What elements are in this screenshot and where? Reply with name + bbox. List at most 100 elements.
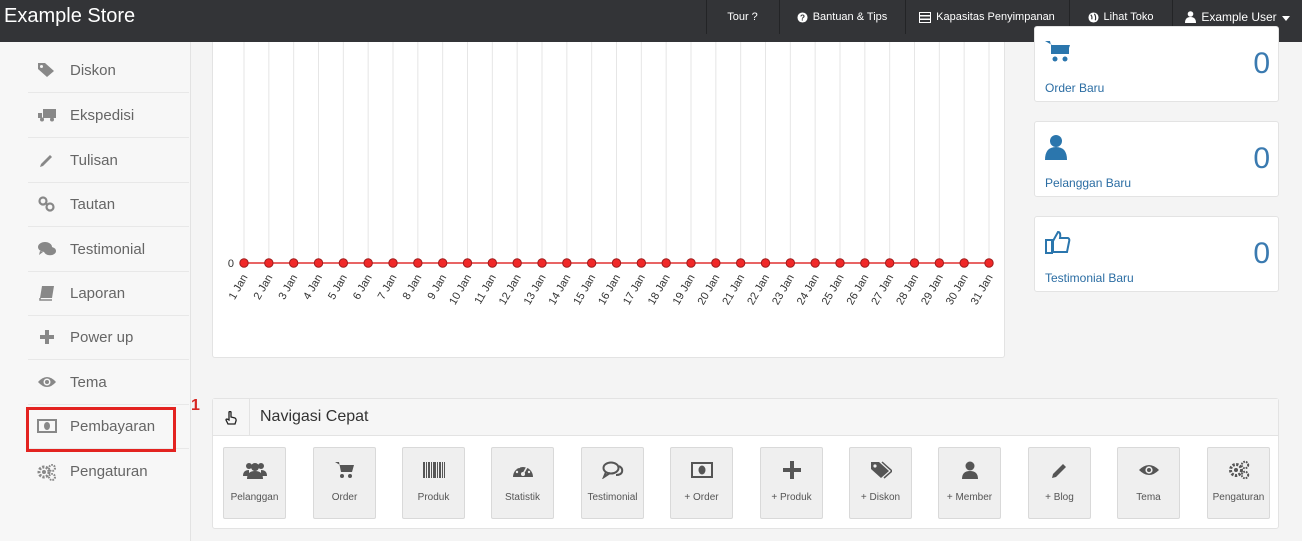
quick-nav-label: Produk <box>417 492 450 503</box>
x-tick-label: 11 Jan <box>472 273 499 307</box>
x-tick-label: 13 Jan <box>522 273 549 308</box>
nav-user-label: Example User <box>1201 10 1277 24</box>
cogs-icon <box>24 463 70 481</box>
sidebar-item-tautan[interactable]: Tautan <box>28 182 189 227</box>
quick-nav-testimonial[interactable]: Testimonial <box>581 447 644 519</box>
sidebar-item-tema[interactable]: Tema <box>28 360 189 405</box>
quick-nav-order[interactable]: Order <box>313 447 376 519</box>
quick-nav-label: Order <box>331 492 358 503</box>
nav-tour-label: Tour ? <box>727 11 758 23</box>
data-point[interactable] <box>437 258 448 268</box>
sidebar-item-tulisan[interactable]: Tulisan <box>28 138 189 183</box>
question-icon: ? <box>797 11 808 23</box>
data-point[interactable] <box>562 258 572 268</box>
data-point[interactable] <box>363 258 373 268</box>
sales-chart: 0 1 Jan 2 Jan 3 Jan 4 Jan 5 Jan 6 Jan 7 Jan 8 Ja… <box>227 42 996 308</box>
quick-nav-title: Navigasi Cepat <box>260 408 369 425</box>
cogs-icon <box>1228 448 1250 492</box>
x-tick-label: 16 Jan <box>596 273 623 308</box>
cart-icon <box>334 448 355 492</box>
brand-title[interactable]: Example Store <box>4 5 135 28</box>
sidebar-item-label: Tema <box>70 373 107 391</box>
link-icon <box>24 196 70 212</box>
x-tick-label: 20 Jan <box>696 273 723 308</box>
data-point[interactable] <box>462 258 473 268</box>
data-point[interactable] <box>264 258 274 268</box>
quick-nav-statistik[interactable]: Statistik <box>491 447 554 519</box>
stat-card-testimonial[interactable]: Testimonial Baru 0 <box>1034 216 1279 292</box>
comments-icon <box>601 448 624 492</box>
sidebar-item-power-up[interactable]: Power up <box>28 315 189 360</box>
data-point[interactable] <box>686 258 696 268</box>
data-point[interactable] <box>338 258 349 268</box>
stat-card-order[interactable]: Order Baru 0 <box>1034 26 1279 102</box>
thumbs-up-icon <box>1045 229 1071 260</box>
nav-tour[interactable]: Tour ? <box>706 0 778 34</box>
sidebar-item-laporan[interactable]: Laporan <box>28 271 189 316</box>
stat-label: Testimonial Baru <box>1045 271 1134 285</box>
quick-nav-produk[interactable]: Produk <box>402 447 465 519</box>
stat-label: Pelanggan Baru <box>1045 176 1132 190</box>
data-point[interactable] <box>586 258 597 268</box>
quick-nav-add-member[interactable]: + Member <box>938 447 1001 519</box>
data-point[interactable] <box>785 258 796 268</box>
quick-nav-label: Pelanggan <box>230 492 279 503</box>
quick-nav-label: + Blog <box>1045 492 1074 503</box>
quick-nav-label: Pengaturan <box>1212 492 1265 503</box>
highlight-box <box>26 407 176 452</box>
quick-nav-tema[interactable]: Tema <box>1117 447 1180 519</box>
quick-nav-add-order[interactable]: + Order <box>670 447 733 519</box>
y-tick-label: 0 <box>228 258 234 270</box>
data-point[interactable] <box>611 258 622 268</box>
quick-nav-pengaturan[interactable]: Pengaturan <box>1207 447 1270 519</box>
data-point[interactable] <box>288 258 299 268</box>
sidebar-item-ekspedisi[interactable]: Ekspedisi <box>28 93 189 138</box>
sidebar-item-testimonial[interactable]: Testimonial <box>28 227 189 272</box>
data-point[interactable] <box>735 258 746 268</box>
x-tick-label: 29 Jan <box>919 273 946 308</box>
data-point[interactable] <box>636 258 647 268</box>
dashboard-icon <box>512 448 534 492</box>
data-point[interactable] <box>884 258 895 268</box>
data-point[interactable] <box>239 258 249 268</box>
user-icon <box>961 448 978 492</box>
quick-nav-add-blog[interactable]: + Blog <box>1028 447 1091 519</box>
x-tick-label: 28 Jan <box>894 273 921 308</box>
x-tick-label: 6 Jan <box>351 273 375 302</box>
quick-nav-add-produk[interactable]: + Produk <box>760 447 823 519</box>
data-point[interactable] <box>313 258 324 268</box>
sidebar-item-pengaturan[interactable]: Pengaturan <box>28 449 189 494</box>
data-point[interactable] <box>711 258 721 268</box>
data-point[interactable] <box>760 258 771 268</box>
data-point[interactable] <box>934 258 945 268</box>
svg-text:?: ? <box>800 13 805 22</box>
sidebar-item-label: Tautan <box>70 195 116 213</box>
users-icon <box>242 448 267 492</box>
truck-icon <box>24 108 70 122</box>
sidebar-item-diskon[interactable]: Diskon <box>28 48 189 93</box>
x-tick-label: 12 Jan <box>497 273 524 308</box>
data-point[interactable] <box>984 258 994 268</box>
data-point[interactable] <box>860 258 870 268</box>
book-icon <box>24 285 70 301</box>
data-point[interactable] <box>487 258 498 268</box>
stat-card-customer[interactable]: Pelanggan Baru 0 <box>1034 121 1279 197</box>
nav-help[interactable]: ? Bantuan & Tips <box>779 0 904 34</box>
data-point[interactable] <box>512 258 522 268</box>
quick-nav-add-diskon[interactable]: + Diskon <box>849 447 912 519</box>
data-point[interactable] <box>388 258 398 268</box>
plus-icon <box>782 448 801 492</box>
sidebar-item-label: Pengaturan <box>70 463 148 480</box>
data-point[interactable] <box>537 258 547 268</box>
data-point[interactable] <box>661 258 671 268</box>
globe-icon <box>1087 11 1099 23</box>
data-point[interactable] <box>835 258 845 268</box>
data-point[interactable] <box>810 258 820 268</box>
data-point[interactable] <box>413 258 423 268</box>
data-point[interactable] <box>959 258 969 268</box>
data-point[interactable] <box>909 258 920 268</box>
quick-nav-pelanggan[interactable]: Pelanggan <box>223 447 286 519</box>
x-tick-label: 31 Jan <box>969 273 996 308</box>
barcode-icon <box>422 448 445 492</box>
stat-value: 0 <box>1253 142 1270 175</box>
